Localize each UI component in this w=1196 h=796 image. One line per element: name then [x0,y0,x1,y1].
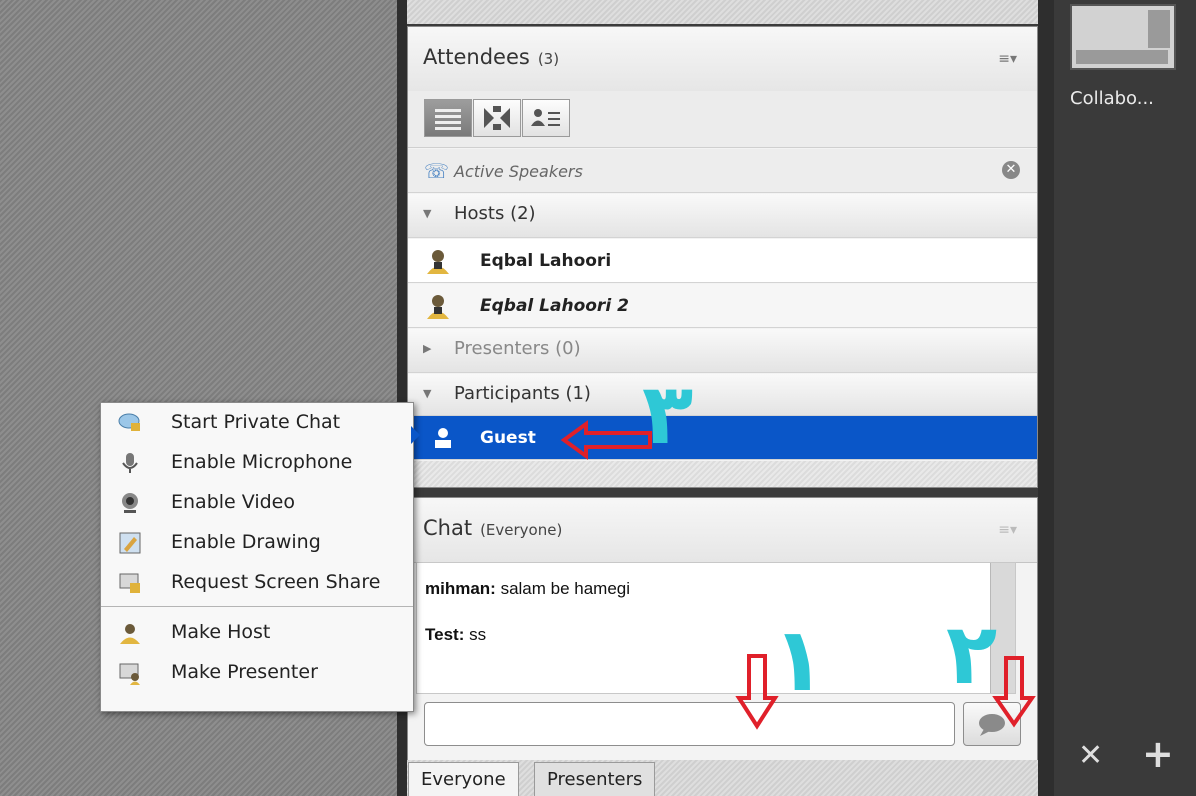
add-layout-icon[interactable]: + [1142,732,1174,776]
manage-layouts-icon[interactable]: ✕ [1078,738,1103,773]
chat-transcript[interactable]: mihman: salam be hamegi Test: ss [416,562,1016,694]
expand-triangle-icon: ▼ [423,387,432,400]
list-view-icon [435,109,461,130]
attendee-name: Eqbal Lahoori [480,251,612,271]
chat-header: Chat (Everyone) ≡▾ [408,498,1037,563]
layout-thumbnail-grid [1076,50,1168,64]
expand-triangle-icon: ▼ [423,207,432,220]
attendees-count: (3) [537,50,560,68]
active-speakers-row: ☏ Active Speakers ✕ [408,149,1037,193]
presenter-icon [119,663,140,685]
close-active-speakers-icon[interactable]: ✕ [1002,161,1020,179]
menu-item-enable-drawing[interactable]: Enable Drawing [101,523,413,563]
collapse-triangle-icon: ▶ [423,342,432,355]
private-chat-icon [118,413,140,431]
chat-sender: mihman: [425,579,496,598]
chat-title-text: Chat [423,516,473,540]
chat-message: Test: ss [425,625,486,645]
chat-pod: Chat (Everyone) ≡▾ mihman: salam be hameg… [407,497,1038,796]
tab-presenters[interactable]: Presenters [534,762,656,796]
host-user-icon [427,295,449,319]
section-participants[interactable]: ▼ Participants (1) [408,374,1037,416]
microphone-icon [122,453,138,473]
active-speakers-label: Active Speakers [454,162,583,181]
menu-item-label: Make Presenter [171,661,318,683]
attendee-row-host-1[interactable]: Eqbal Lahoori [408,239,1037,283]
section-hosts[interactable]: ▼ Hosts (2) [408,194,1037,238]
menu-item-enable-video[interactable]: Enable Video [101,483,413,523]
attendee-row-host-2[interactable]: Eqbal Lahoori 2 [408,284,1037,328]
tab-everyone[interactable]: Everyone [408,762,519,796]
attendees-list-empty-area [408,461,1037,487]
chat-scope: (Everyone) [480,521,563,539]
context-menu-pointer [411,426,420,444]
menu-item-make-presenter[interactable]: Make Presenter [101,653,413,693]
annotation-marker-3: ٣ [642,365,694,463]
pencil-icon [119,532,141,554]
attendee-row-guest[interactable]: Guest [408,416,1037,460]
attendee-name: Guest [480,428,536,448]
attendees-header: Attendees (3) ≡▾ [408,27,1037,92]
attendee-context-menu: Start Private Chat Enable Microphone Ena… [100,402,414,712]
pod-options-menu-icon[interactable]: ≡▾ [998,51,1017,67]
breakout-view-icon [531,109,560,126]
host-user-icon [120,624,140,644]
pod-top-band [407,0,1038,24]
annotation-arrow-down-red-2 [992,656,1036,728]
annotation-marker-1: ١ [772,608,826,711]
attendees-title-text: Attendees [423,45,530,69]
menu-item-label: Enable Microphone [171,451,353,473]
participant-user-icon [435,428,451,448]
menu-item-label: Enable Drawing [171,531,321,553]
phone-icon: ☏ [424,159,450,183]
layout-thumbnail-side [1148,10,1170,48]
annotation-marker-2: ٢ [946,605,998,703]
menu-item-label: Enable Video [171,491,295,513]
chat-sender: Test: [425,625,465,644]
status-view-icon [484,106,510,130]
menu-item-label: Request Screen Share [171,571,381,593]
screen-share-icon [119,573,140,593]
chat-text: ss [464,625,487,644]
chat-message: mihman: salam be hamegi [425,579,630,599]
menu-item-start-private-chat[interactable]: Start Private Chat [101,403,413,443]
attendees-view-bar [408,91,1037,148]
section-participants-label: Participants (1) [454,383,591,404]
status-view-button[interactable] [473,99,521,137]
attendees-pod: Attendees (3) ≡▾ ☏ Active Speakers ✕ ▼ Ho… [407,26,1038,488]
attendee-name: Eqbal Lahoori 2 [480,296,629,316]
menu-item-label: Start Private Chat [171,411,341,433]
chat-message-input[interactable] [424,702,955,746]
menu-item-label: Make Host [171,621,271,643]
section-hosts-label: Hosts (2) [454,203,536,224]
layout-thumbnail[interactable] [1070,4,1176,70]
menu-item-enable-microphone[interactable]: Enable Microphone [101,443,413,483]
menu-item-make-host[interactable]: Make Host [101,613,413,653]
chat-options-menu-icon[interactable]: ≡▾ [998,522,1017,538]
section-presenters[interactable]: ▶ Presenters (0) [408,329,1037,373]
pod-divider-right [1038,0,1054,796]
list-view-button[interactable] [424,99,472,137]
layouts-rail: Collabo... ✕ + [1054,0,1196,796]
attendees-title: Attendees (3) [423,45,559,69]
webcam-icon [122,493,138,513]
menu-separator [101,606,413,607]
chat-text: salam be hamegi [495,579,631,598]
breakout-view-button[interactable] [522,99,570,137]
layout-label[interactable]: Collabo... [1070,88,1154,109]
host-user-icon [427,250,449,274]
chat-title: Chat (Everyone) [423,516,562,540]
menu-item-request-screen-share[interactable]: Request Screen Share [101,563,413,603]
section-presenters-label: Presenters (0) [454,338,581,359]
